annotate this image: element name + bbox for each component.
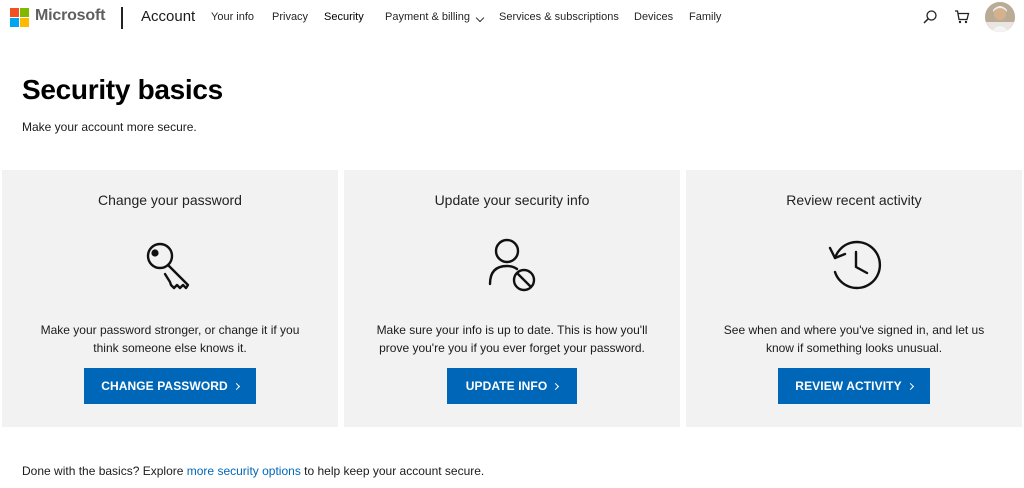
- card-description-line-2: know if something looks unusual.: [765, 341, 943, 355]
- nav-devices[interactable]: Devices: [634, 11, 673, 23]
- more-security-options-link[interactable]: more security options: [187, 464, 301, 478]
- nav-your-info[interactable]: Your info: [211, 11, 254, 23]
- logo-yellow-square: [20, 18, 29, 27]
- history-clock-icon: [828, 240, 882, 290]
- card-description: See when and where you've signed in, and…: [706, 321, 1002, 357]
- nav-payment-billing[interactable]: Payment & billing: [385, 11, 470, 23]
- chevron-right-icon: [232, 382, 240, 391]
- review-activity-label: REVIEW ACTIVITY: [795, 379, 902, 393]
- card-description-line-1: See when and where you've signed in, and…: [723, 323, 985, 337]
- top-header: Microsoft Account Your info Privacy Secu…: [0, 0, 1024, 36]
- card-description: Make your password stronger, or change i…: [22, 321, 318, 357]
- card-description-line-1: Make sure your info is up to date. This …: [376, 323, 648, 337]
- brand-name[interactable]: Microsoft: [35, 7, 105, 25]
- key-icon: [146, 242, 190, 290]
- nav-privacy[interactable]: Privacy: [272, 11, 308, 23]
- card-description-line-1: Make your password stronger, or change i…: [40, 323, 300, 337]
- nav-security[interactable]: Security: [324, 11, 364, 23]
- nav-family[interactable]: Family: [689, 11, 721, 23]
- review-activity-button[interactable]: REVIEW ACTIVITY: [778, 368, 930, 404]
- chevron-down-icon[interactable]: [475, 13, 485, 23]
- header-divider: [121, 7, 123, 29]
- logo-blue-square: [10, 18, 19, 27]
- account-title[interactable]: Account: [141, 8, 195, 25]
- avatar-image: [985, 2, 1015, 32]
- card-title: Update your security info: [434, 192, 590, 208]
- cart-icon[interactable]: [954, 9, 970, 25]
- page-title: Security basics: [22, 74, 223, 105]
- change-password-label: CHANGE PASSWORD: [101, 379, 228, 393]
- footer-text-after: to help keep your account secure.: [300, 464, 485, 478]
- user-blocked-icon: [488, 238, 536, 292]
- card-description-line-2: think someone else knows it.: [93, 341, 247, 355]
- card-title: Change your password: [98, 192, 242, 208]
- page-subtitle: Make your account more secure.: [22, 120, 197, 134]
- microsoft-logo[interactable]: [10, 8, 29, 27]
- footer-text-before: Done with the basics? Explore: [22, 464, 187, 478]
- update-info-button[interactable]: UPDATE INFO: [447, 368, 577, 404]
- footer-text: Done with the basics? Explore more secur…: [22, 464, 484, 478]
- card-change-password: Change your password Make your password …: [2, 170, 338, 427]
- card-title: Review recent activity: [786, 192, 922, 208]
- change-password-button[interactable]: CHANGE PASSWORD: [84, 368, 256, 404]
- update-info-label: UPDATE INFO: [465, 379, 548, 393]
- avatar[interactable]: [985, 2, 1015, 32]
- search-icon[interactable]: [922, 9, 938, 25]
- card-update-security-info: Update your security info Make sure your…: [344, 170, 680, 427]
- logo-green-square: [20, 8, 29, 17]
- nav-services-subscriptions[interactable]: Services & subscriptions: [499, 11, 619, 23]
- card-review-activity: Review recent activity See when and wher…: [686, 170, 1022, 427]
- logo-red-square: [10, 8, 19, 17]
- card-description: Make sure your info is up to date. This …: [364, 321, 660, 357]
- chevron-right-icon: [552, 382, 560, 391]
- card-description-line-2: prove you're you if you ever forget your…: [379, 341, 645, 355]
- chevron-right-icon: [906, 382, 914, 391]
